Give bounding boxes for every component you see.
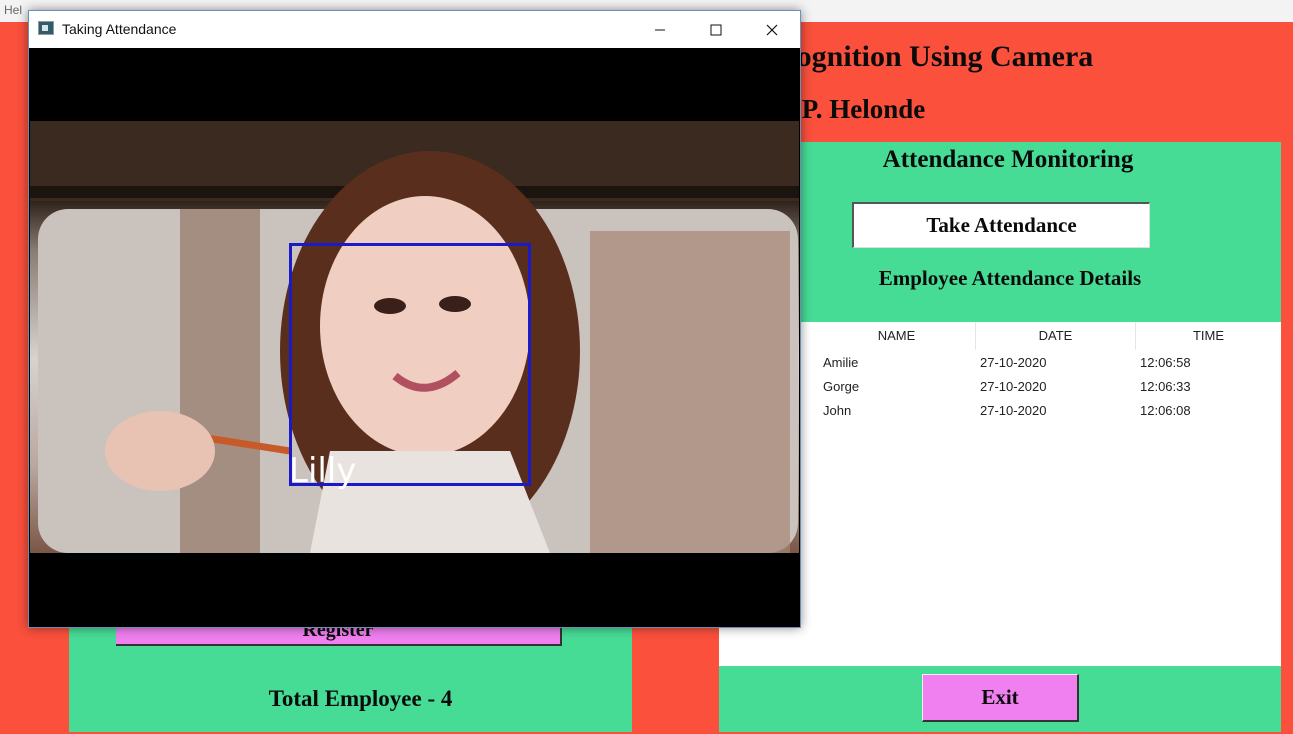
table-row[interactable]: John 27-10-2020 12:06:08 [818, 399, 1281, 423]
face-detection-box [289, 243, 531, 486]
column-header-date[interactable]: DATE [976, 322, 1136, 350]
attendance-details-heading: Employee Attendance Details [878, 266, 1142, 290]
attendance-table: NAME DATE TIME Amilie 27-10-2020 12:06:5… [719, 322, 1281, 666]
camera-window-title: Taking Attendance [62, 21, 177, 37]
camera-feed: Lilly [30, 48, 799, 626]
cell-time: 12:06:08 [1140, 403, 1191, 418]
column-header-name[interactable]: NAME [818, 322, 976, 350]
detected-face-label: Lilly [289, 451, 357, 491]
app-window-icon [38, 21, 54, 35]
cell-date: 27-10-2020 [980, 403, 1047, 418]
exit-button[interactable]: Exit [922, 674, 1079, 722]
cell-time: 12:06:33 [1140, 379, 1191, 394]
maximize-icon[interactable] [688, 11, 744, 48]
menu-label[interactable]: Hel [4, 3, 22, 17]
app-author: n P. Helonde [780, 94, 926, 124]
table-header: NAME DATE TIME [818, 322, 1281, 350]
app-title: ecognition Using Camera [770, 40, 1094, 73]
table-row[interactable]: Amilie 27-10-2020 12:06:58 [818, 351, 1281, 375]
cell-name: Amilie [823, 355, 859, 370]
close-icon[interactable] [744, 11, 800, 48]
cell-name: Gorge [823, 379, 860, 394]
cell-date: 27-10-2020 [980, 355, 1047, 370]
camera-window[interactable]: Taking Attendance Lilly [28, 10, 801, 628]
camera-window-titlebar[interactable]: Taking Attendance [29, 11, 800, 48]
cell-time: 12:06:58 [1140, 355, 1191, 370]
column-header-time[interactable]: TIME [1136, 322, 1281, 350]
cell-name: John [823, 403, 852, 418]
attendance-heading: Attendance Monitoring [882, 146, 1134, 173]
minimize-icon[interactable] [632, 11, 688, 48]
table-row[interactable]: Gorge 27-10-2020 12:06:33 [818, 375, 1281, 399]
cell-date: 27-10-2020 [980, 379, 1047, 394]
total-employee-label: Total Employee - 4 [268, 686, 453, 711]
take-attendance-button[interactable]: Take Attendance [852, 202, 1150, 248]
